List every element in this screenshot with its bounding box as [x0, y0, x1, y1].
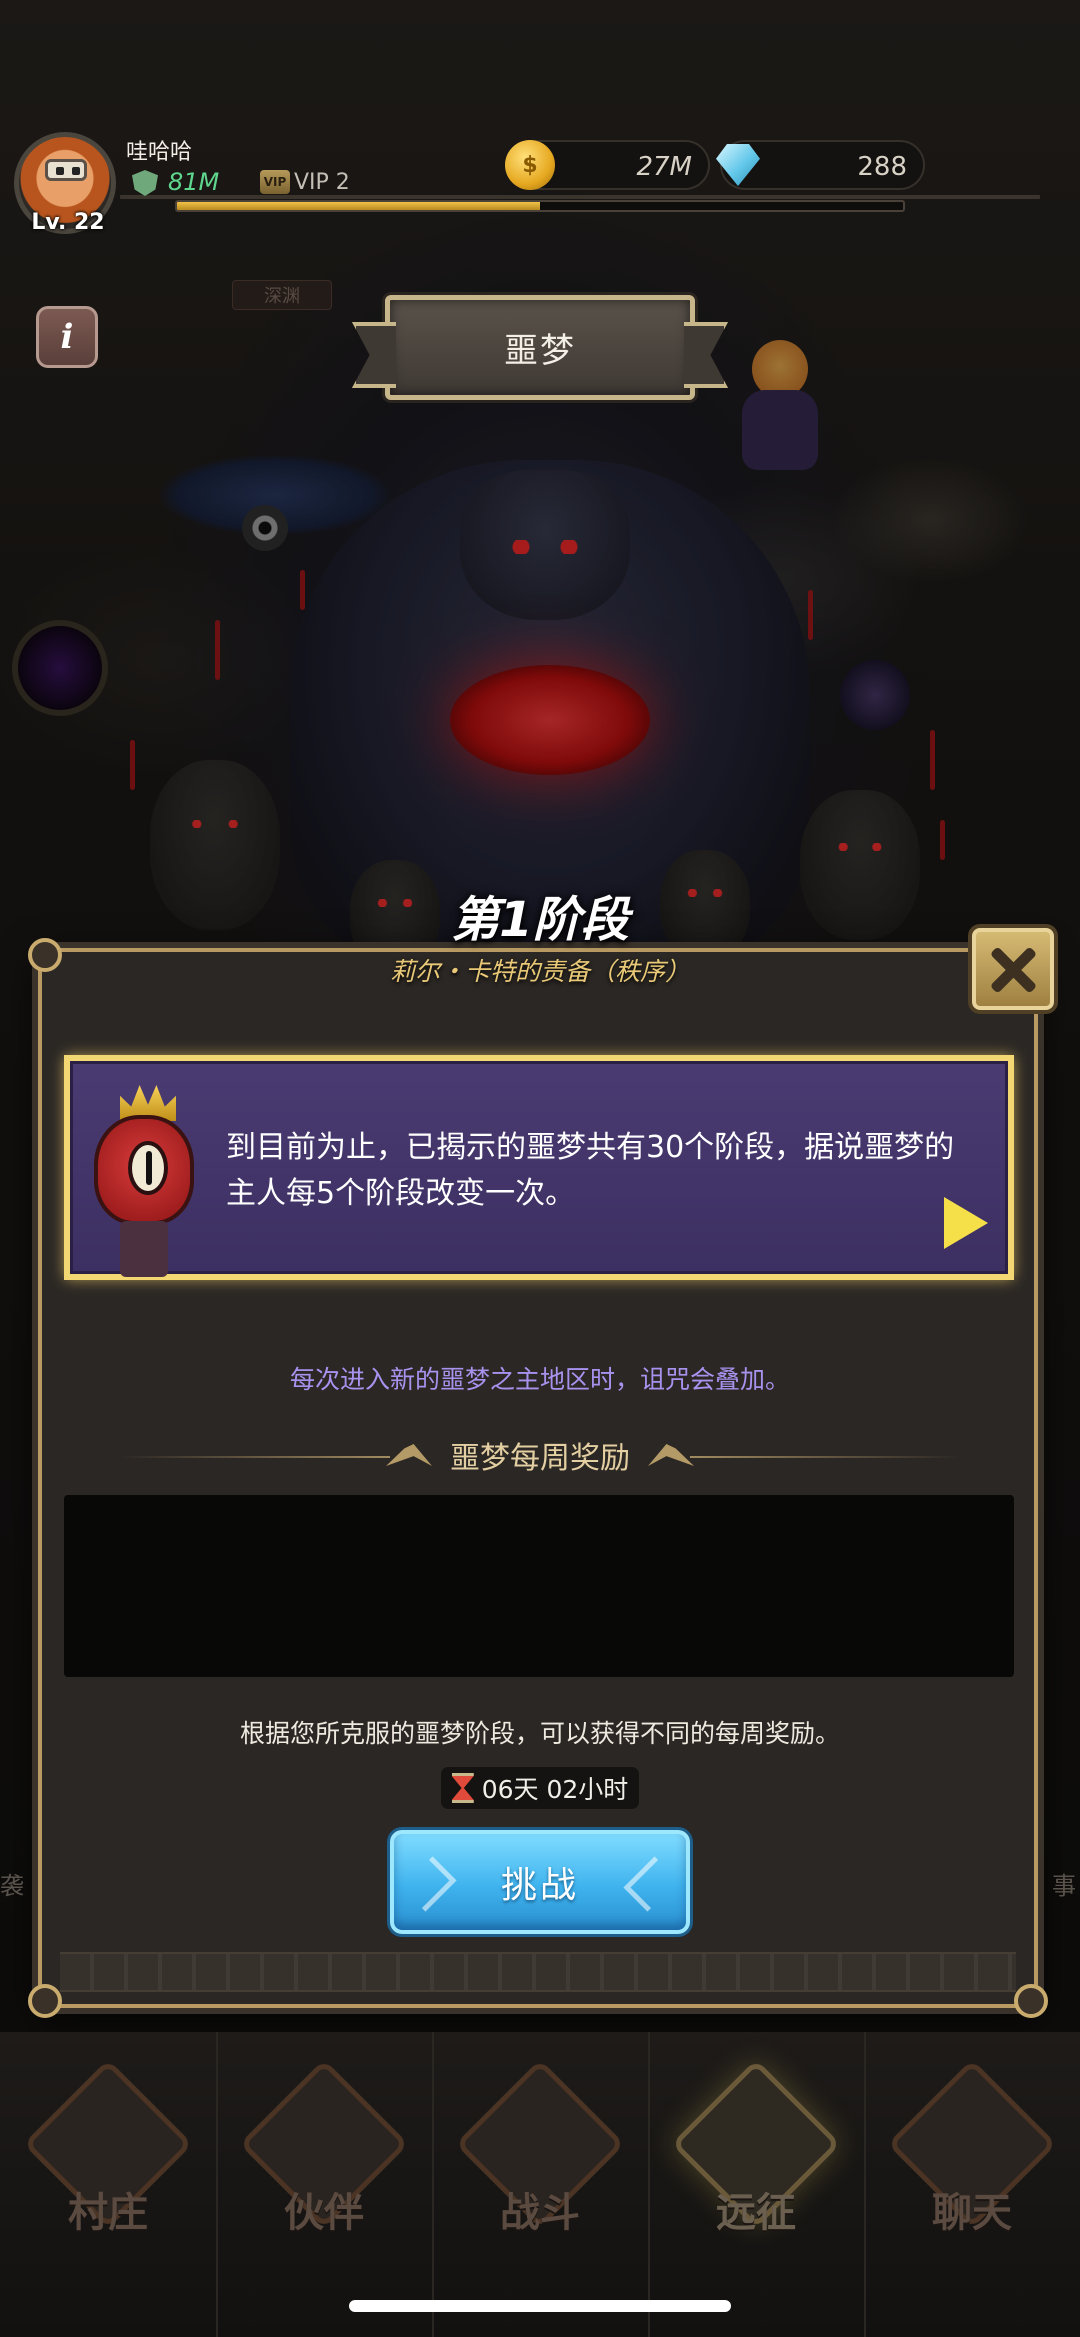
hourglass-icon	[451, 1773, 474, 1803]
panel-corner-ornament	[1014, 1984, 1048, 2018]
gold-value: 27M	[636, 152, 692, 182]
nightmare-boss-eyes	[505, 540, 585, 554]
blood-drip	[300, 570, 305, 610]
blood-drip	[808, 590, 813, 640]
stage-subtitle: 莉尔・卡特的责备（秩序）	[389, 957, 690, 986]
blood-drip	[930, 730, 935, 790]
nav-label: 战斗	[500, 2190, 580, 2236]
side-label-left: 袭	[0, 1872, 24, 1900]
gem-icon	[716, 144, 760, 186]
gold-coin-icon: $	[505, 140, 555, 190]
weekly-reward-header: 噩梦每周奖励	[120, 1432, 960, 1478]
nav-item-village[interactable]: 村庄	[3, 2059, 213, 2252]
area-label: 深渊	[232, 280, 332, 310]
stage-title: 第1阶段	[451, 892, 629, 948]
header-ornament-icon	[386, 1444, 432, 1466]
nav-divider	[432, 2032, 434, 2337]
nav-item-chat[interactable]: 聊天	[867, 2059, 1077, 2252]
side-label-right: 事	[1052, 1872, 1076, 1900]
portal-icon	[12, 620, 108, 716]
blood-drip	[130, 740, 135, 790]
nightmare-boss-mouth	[450, 665, 650, 775]
dialogue-corner-ornament	[984, 1055, 1014, 1085]
dialogue-box[interactable]: 到目前为止，已揭示的噩梦共有30个阶段，据说噩梦的主人每5个阶段改变一次。	[64, 1055, 1014, 1280]
dialogue-text: 到目前为止，已揭示的噩梦共有30个阶段，据说噩梦的主人每5个阶段改变一次。	[226, 1130, 955, 1211]
speaker-body	[120, 1221, 168, 1277]
speaker-character	[80, 1085, 200, 1285]
avatar-eye	[56, 167, 64, 175]
witch-body	[742, 390, 818, 470]
weekly-reward-description: 根据您所克服的噩梦阶段，可以获得不同的每周奖励。	[239, 1719, 840, 1748]
weekly-reward-title: 噩梦每周奖励	[450, 1441, 630, 1476]
nav-divider	[648, 2032, 650, 2337]
nav-label: 伙伴	[284, 2190, 364, 2236]
reset-timer: 06天 02小时	[440, 1766, 640, 1810]
exp-bar	[175, 200, 905, 212]
close-icon	[988, 944, 1038, 994]
gold-counter[interactable]: $ 27M	[505, 140, 710, 190]
chevron-left-icon	[623, 1856, 679, 1912]
header-ornament-icon	[648, 1444, 694, 1466]
header-divider	[120, 1456, 390, 1458]
player-name: 哇哈哈	[126, 140, 193, 165]
curse-note: 每次进入新的噩梦之主地区时，诅咒会叠加。	[289, 1365, 790, 1394]
close-button[interactable]	[968, 924, 1058, 1014]
exp-bar-fill	[177, 202, 540, 210]
portal-icon	[840, 660, 910, 730]
challenge-button[interactable]: 挑战	[390, 1830, 690, 1934]
title-banner: 噩梦	[385, 295, 695, 400]
page-title: 噩梦	[504, 331, 576, 371]
witch-character	[730, 330, 830, 480]
dialogue-corner-ornament	[984, 1250, 1014, 1280]
nav-divider	[864, 2032, 866, 2337]
vip-label[interactable]: VIP 2	[294, 170, 350, 195]
panel-corner-ornament	[28, 1984, 62, 2018]
nav-divider	[216, 2032, 218, 2337]
bat-eye	[242, 505, 288, 551]
blood-drip	[940, 820, 945, 860]
nav-label: 远征	[716, 2190, 796, 2236]
top-hud: Lv. 22 哇哈哈 81M VIP VIP 2 $ 27M 288	[0, 0, 1080, 240]
timer-text: 06天 02小时	[481, 1775, 629, 1804]
avatar-face	[45, 159, 87, 181]
nav-label: 聊天	[932, 2190, 1012, 2236]
nav-item-expedition[interactable]: 远征	[651, 2059, 861, 2252]
vip-icon: VIP	[260, 170, 290, 194]
nav-label: 村庄	[68, 2190, 148, 2236]
dialogue-corner-ornament	[64, 1055, 94, 1085]
avatar-eye	[72, 167, 80, 175]
header-divider	[690, 1456, 960, 1458]
speaker-head	[94, 1115, 194, 1225]
panel-decorative-band	[60, 1952, 1016, 1992]
blood-drip	[215, 620, 220, 680]
bottom-nav: 村庄 伙伴 战斗 远征 聊天	[0, 2032, 1080, 2337]
info-button[interactable]: i	[36, 306, 98, 368]
nav-item-companion[interactable]: 伙伴	[219, 2059, 429, 2252]
gem-value: 288	[857, 152, 907, 182]
speaker-eye-icon	[128, 1141, 168, 1195]
nav-item-battle[interactable]: 战斗	[435, 2059, 645, 2252]
power-value: 81M	[168, 168, 220, 196]
power-shield-icon	[132, 170, 158, 196]
challenge-label: 挑战	[500, 1865, 579, 1906]
player-level: Lv. 22	[31, 210, 105, 235]
home-indicator[interactable]	[349, 2300, 731, 2312]
weekly-reward-box	[64, 1495, 1014, 1677]
gem-counter[interactable]: 288	[716, 140, 925, 190]
chevron-right-icon	[401, 1856, 457, 1912]
